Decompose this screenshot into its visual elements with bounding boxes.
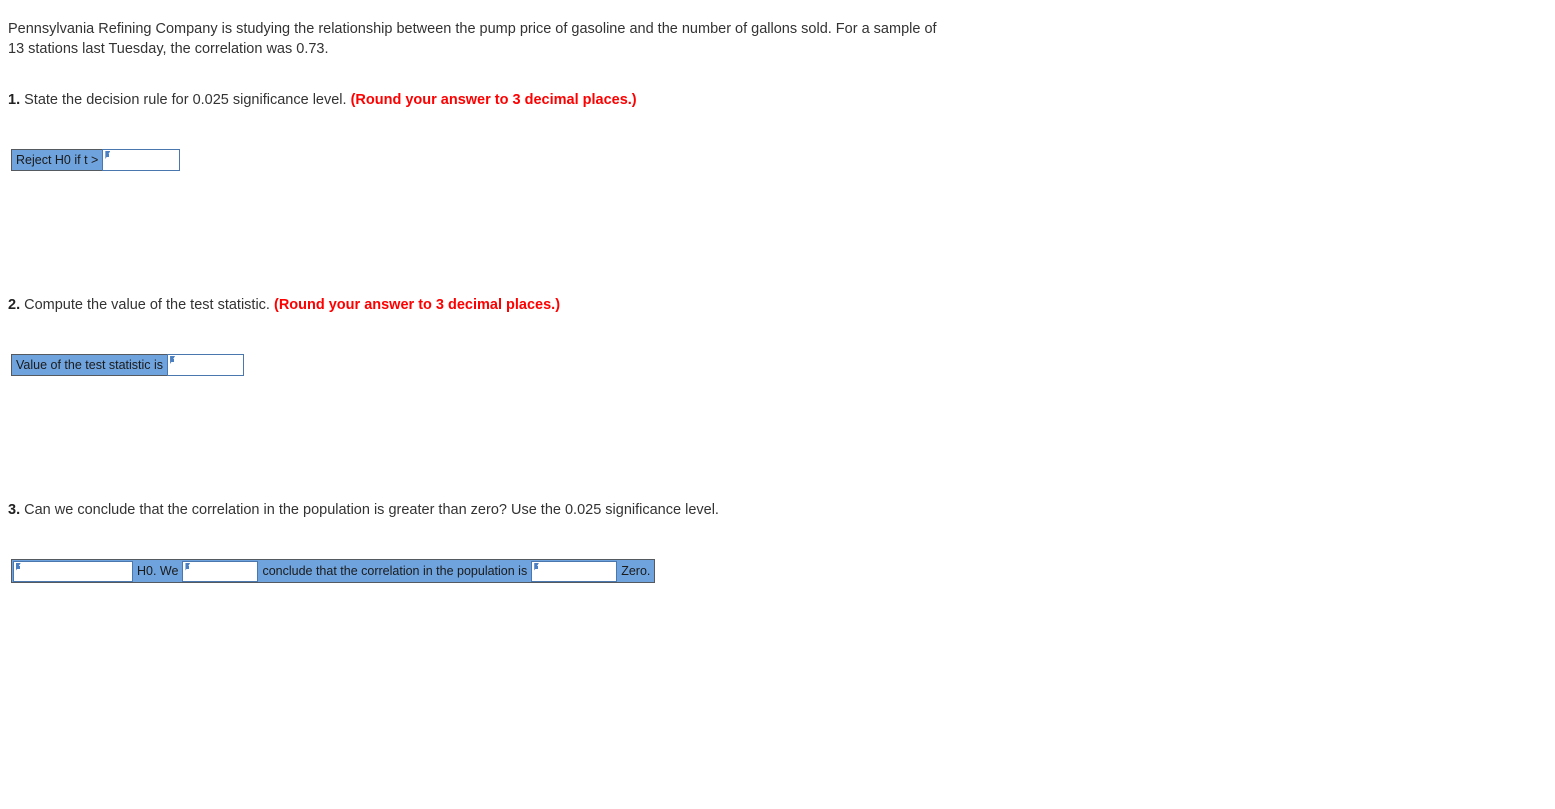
question-2-rounding-note: (Round your answer to 3 decimal places.): [273, 297, 561, 313]
worksheet-page: Pennsylvania Refining Company is studyin…: [0, 0, 1555, 809]
greater-or-less-select[interactable]: [531, 560, 618, 582]
reject-or-not-select[interactable]: [13, 560, 133, 582]
conclusion-statement-band: H0. We conclude that the correlation in …: [11, 559, 656, 583]
test-statistic-input[interactable]: [167, 354, 245, 376]
conclusion-text-part-1: H0. We: [137, 564, 179, 578]
question-3-answer-row: H0. We conclude that the correlation in …: [11, 559, 656, 583]
question-3-prompt: 3. Can we conclude that the correlation …: [8, 500, 719, 520]
question-2-answer-row: Value of the test statistic is: [11, 354, 245, 376]
critical-value-input[interactable]: [102, 149, 181, 171]
question-1-answer-row: Reject H0 if t >: [11, 149, 181, 171]
problem-intro-text: Pennsylvania Refining Company is studyin…: [8, 21, 937, 57]
question-1-number: 1.: [8, 92, 21, 108]
question-2-prompt: 2. Compute the value of the test statist…: [8, 295, 560, 315]
question-1-rounding-note: (Round your answer to 3 decimal places.): [350, 92, 637, 108]
question-2-number: 2.: [8, 297, 21, 313]
question-1-text: State the decision rule for 0.025 signif…: [24, 92, 347, 108]
reject-h0-label: Reject H0 if t >: [11, 149, 104, 171]
question-2-text: Compute the value of the test statistic.: [24, 297, 270, 313]
conclusion-text-part-3: Zero.: [621, 564, 651, 578]
question-1-prompt: 1. State the decision rule for 0.025 sig…: [8, 90, 637, 110]
test-statistic-label: Value of the test statistic is: [11, 354, 169, 376]
question-3-text: Can we conclude that the correlation in …: [24, 502, 719, 518]
can-or-cannot-select[interactable]: [182, 560, 259, 582]
conclusion-text-part-2: conclude that the correlation in the pop…: [262, 564, 528, 578]
question-3-number: 3.: [8, 502, 21, 518]
